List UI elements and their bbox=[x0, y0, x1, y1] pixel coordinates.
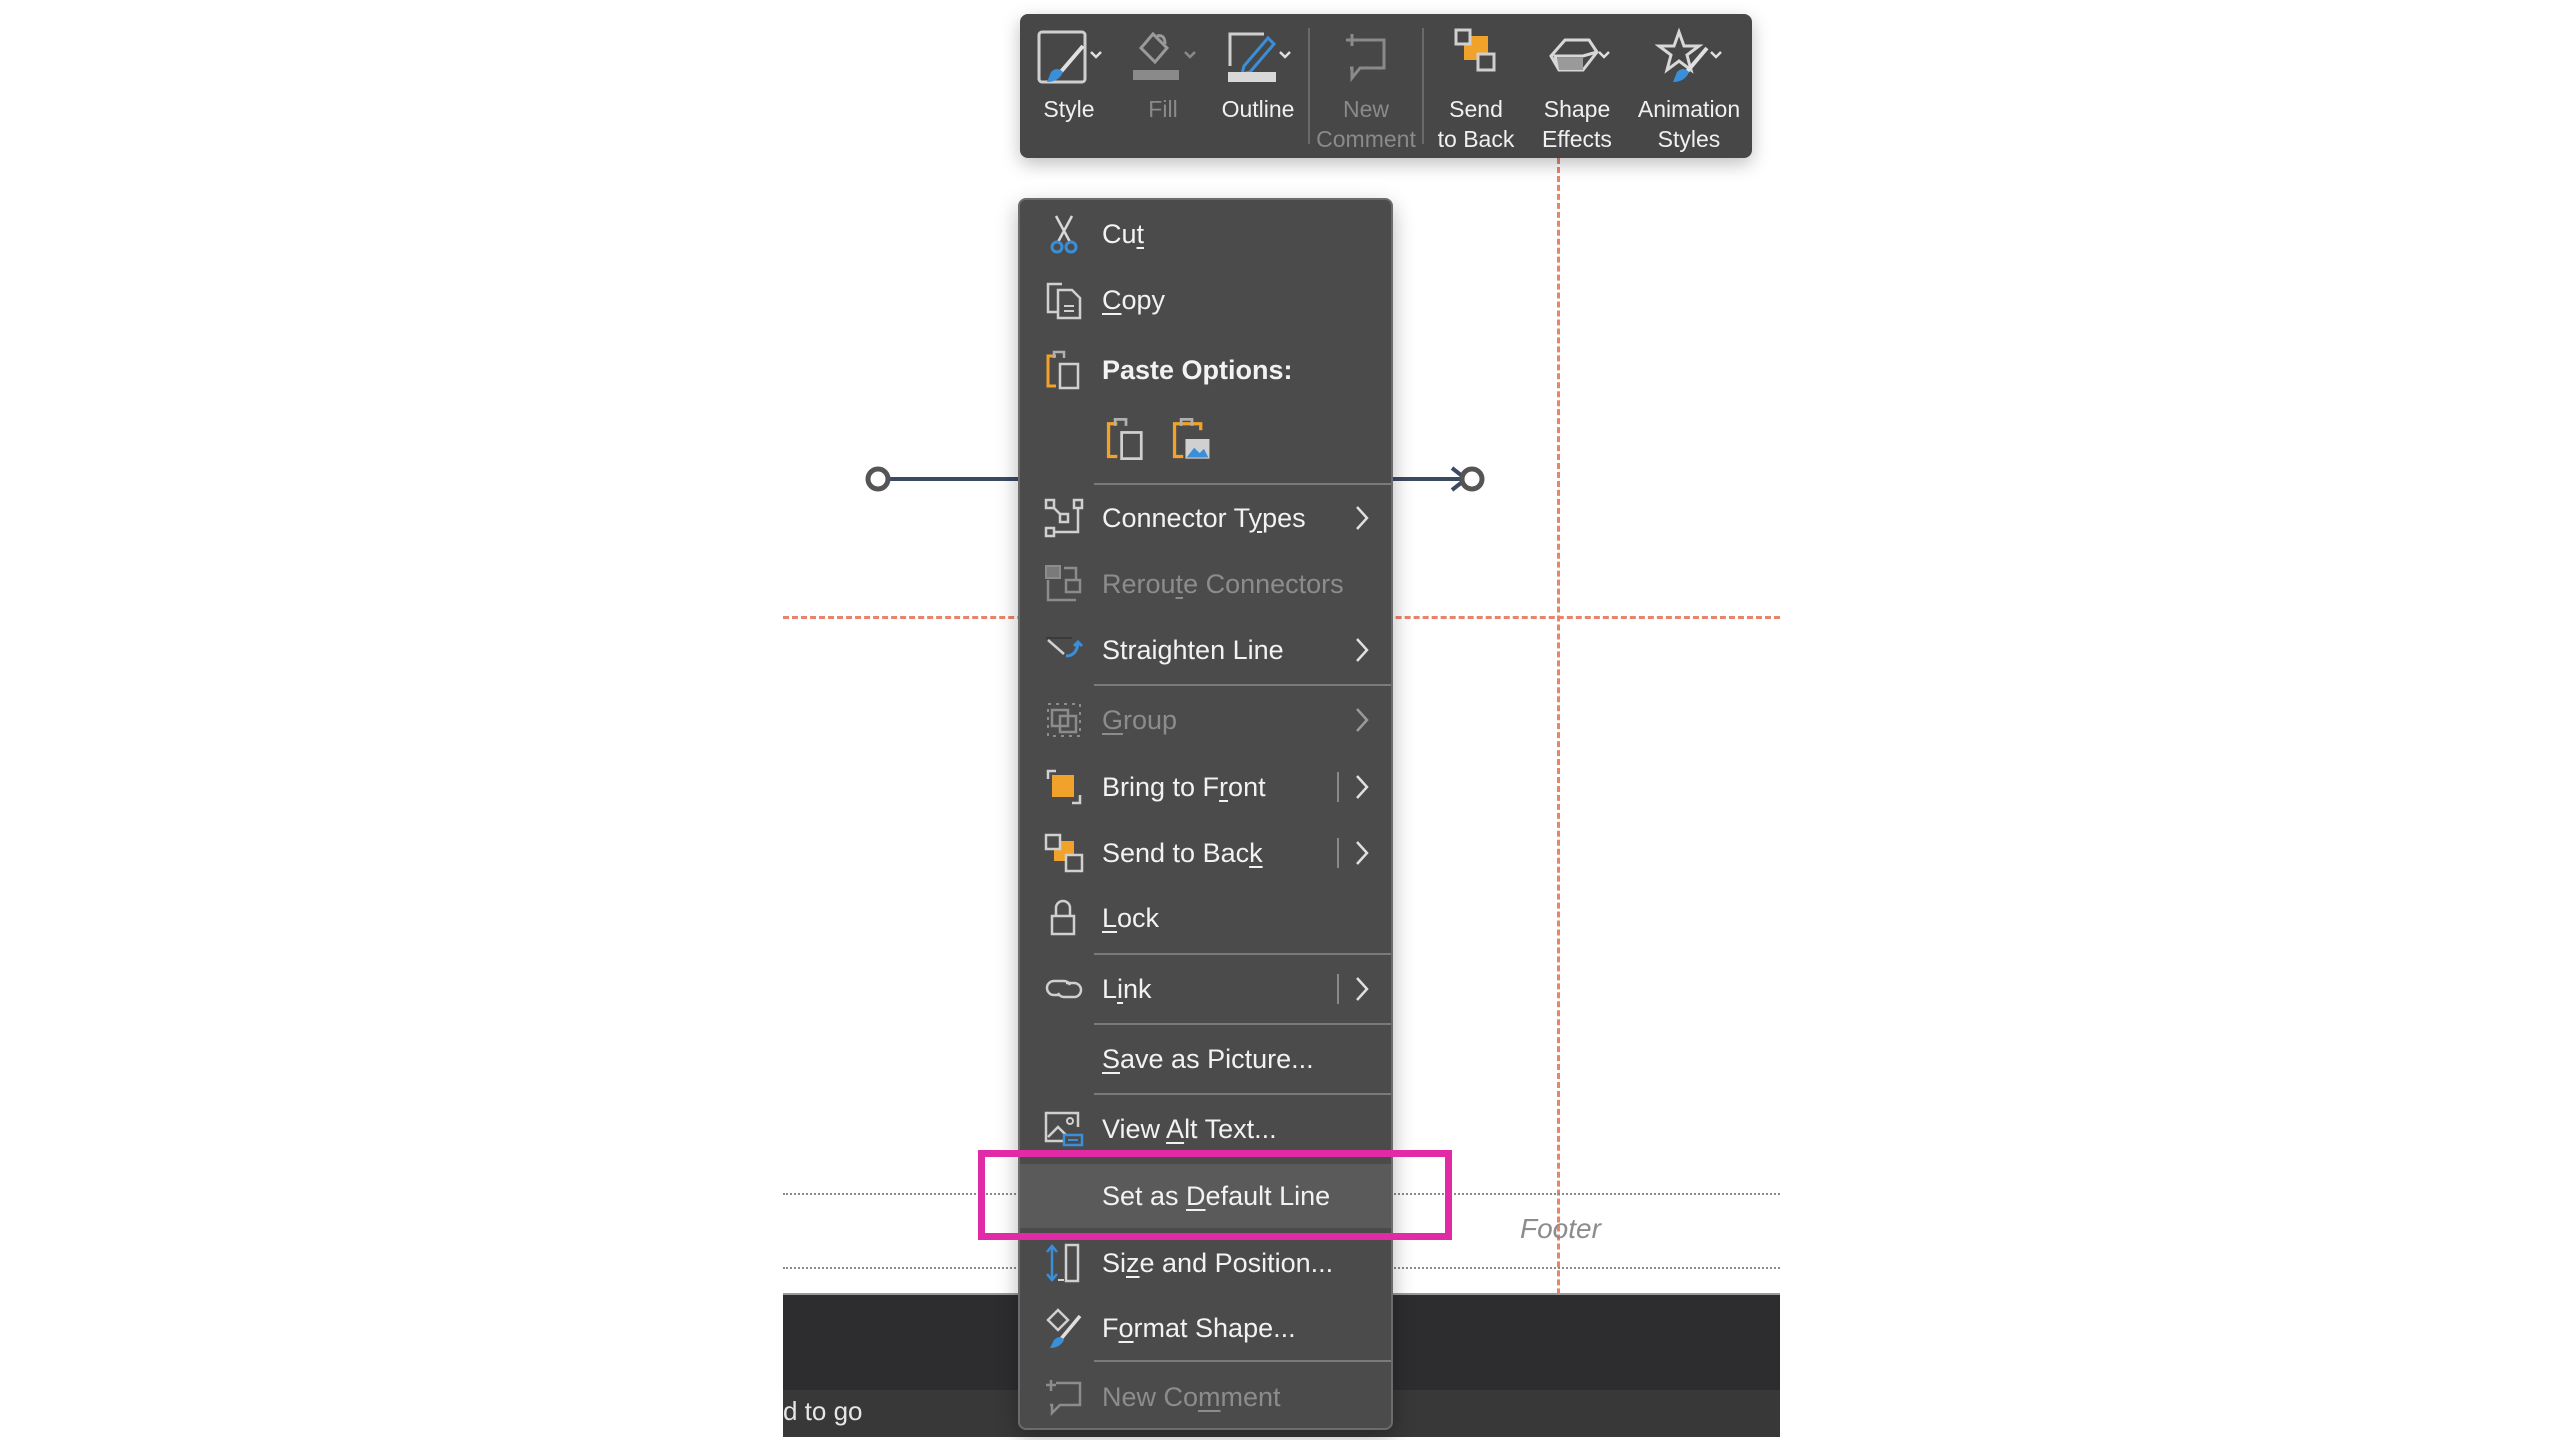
menu-item-label: Link bbox=[1102, 973, 1152, 1004]
chevron-right-icon[interactable] bbox=[1351, 972, 1373, 1006]
menu-item-reroute-connectors: Reroute Connectors bbox=[1020, 553, 1391, 615]
style-brush-icon bbox=[1037, 30, 1102, 84]
new-comment-icon bbox=[1046, 1380, 1082, 1417]
reroute-connectors-icon bbox=[1045, 565, 1082, 602]
menu-separator bbox=[1094, 684, 1391, 686]
menu-item-label: Group bbox=[1102, 704, 1178, 735]
menu-item-label: Connector Types bbox=[1102, 502, 1306, 533]
split-divider bbox=[1337, 974, 1339, 1004]
style-button[interactable]: Style bbox=[1020, 14, 1118, 158]
paste-options-row bbox=[1102, 414, 1216, 466]
style-label: Style bbox=[1043, 96, 1095, 122]
menu-item-label: Bring to Front bbox=[1102, 771, 1266, 802]
split-divider bbox=[1337, 772, 1339, 802]
menu-item-new-comment: New Comment bbox=[1020, 1366, 1391, 1428]
menu-item-connector-types[interactable]: Connector Types bbox=[1020, 487, 1391, 549]
scissors-icon bbox=[1050, 215, 1078, 254]
fill-button[interactable]: Fill bbox=[1118, 14, 1208, 158]
menu-item-format-shape[interactable]: Format Shape... bbox=[1020, 1297, 1391, 1359]
menu-item-set-as-default-line[interactable]: Set as Default Line bbox=[1020, 1164, 1391, 1228]
menu-item-label: Lock bbox=[1102, 902, 1160, 933]
menu-item-view-alt-text[interactable]: View Alt Text... bbox=[1020, 1098, 1391, 1160]
chevron-right-icon bbox=[1356, 638, 1369, 662]
menu-item-bring-to-front[interactable]: Bring to Front bbox=[1020, 756, 1391, 818]
menu-item-label: Set as Default Line bbox=[1102, 1180, 1331, 1211]
paste-use-destination-theme-icon[interactable] bbox=[1102, 414, 1150, 464]
copy-icon bbox=[1046, 282, 1082, 320]
animation-styles-label: Animation Styles bbox=[1637, 96, 1741, 152]
menu-item-label: Send to Back bbox=[1102, 837, 1263, 868]
alt-text-icon bbox=[1044, 1111, 1084, 1147]
outline-button[interactable]: Outline bbox=[1208, 14, 1308, 158]
context-menu: Cut Copy Paste Options: Connector Types … bbox=[1018, 198, 1393, 1430]
chevron-right-icon[interactable] bbox=[1351, 770, 1373, 804]
menu-item-label: Reroute Connectors bbox=[1102, 568, 1344, 599]
size-position-icon bbox=[1046, 1243, 1080, 1283]
animation-styles-button[interactable]: Animation Styles bbox=[1626, 14, 1752, 158]
mini-toolbar: Style Fill Outline New Comment Send to B… bbox=[1020, 14, 1752, 158]
menu-separator bbox=[1094, 1093, 1391, 1095]
menu-item-label: Format Shape... bbox=[1102, 1312, 1296, 1343]
menu-separator bbox=[1094, 483, 1391, 485]
menu-item-label: Paste Options: bbox=[1102, 354, 1293, 385]
chevron-right-icon bbox=[1356, 708, 1369, 732]
menu-item-copy[interactable]: Copy bbox=[1020, 269, 1391, 331]
outline-label: Outline bbox=[1221, 96, 1295, 122]
new-comment-icon bbox=[1346, 34, 1386, 83]
vertical-smart-guide bbox=[1557, 158, 1560, 1393]
format-shape-icon bbox=[1046, 1308, 1082, 1348]
connector-types-icon bbox=[1044, 498, 1084, 538]
send-to-back-icon bbox=[1454, 28, 1496, 72]
menu-item-label: View Alt Text... bbox=[1102, 1113, 1277, 1144]
bring-to-front-icon bbox=[1046, 769, 1082, 805]
shape-effects-label: Shape Effects bbox=[1542, 96, 1612, 152]
lock-icon bbox=[1050, 899, 1076, 936]
shape-effects-icon bbox=[1549, 38, 1610, 72]
paste-icon bbox=[1046, 350, 1080, 390]
shape-effects-button[interactable]: Shape Effects bbox=[1528, 14, 1626, 158]
send-to-back-icon bbox=[1044, 833, 1084, 873]
status-text: d to go bbox=[783, 1396, 863, 1426]
menu-item-label: Size and Position... bbox=[1102, 1247, 1334, 1278]
split-divider bbox=[1337, 838, 1339, 868]
menu-item-group: Group bbox=[1020, 689, 1391, 751]
menu-item-send-to-back[interactable]: Send to Back bbox=[1020, 822, 1391, 884]
chevron-right-icon bbox=[1356, 506, 1369, 530]
menu-separator bbox=[1094, 953, 1391, 955]
send-to-back-label: Send to Back bbox=[1437, 96, 1515, 152]
paste-as-picture-icon[interactable] bbox=[1168, 414, 1216, 464]
outline-pen-icon bbox=[1228, 32, 1291, 82]
fill-label: Fill bbox=[1148, 96, 1178, 122]
chevron-right-icon[interactable] bbox=[1351, 836, 1373, 870]
menu-item-lock[interactable]: Lock bbox=[1020, 887, 1391, 949]
menu-separator bbox=[1094, 1023, 1391, 1025]
menu-item-label: Cut bbox=[1102, 218, 1145, 249]
menu-item-label: New Comment bbox=[1102, 1381, 1281, 1412]
menu-separator bbox=[1094, 1360, 1391, 1362]
link-icon bbox=[1045, 979, 1083, 999]
fill-bucket-icon bbox=[1133, 31, 1196, 80]
menu-item-straighten-line[interactable]: Straighten Line bbox=[1020, 619, 1391, 681]
menu-item-label: Straighten Line bbox=[1102, 634, 1284, 665]
animation-styles-icon bbox=[1654, 27, 1722, 82]
send-to-back-button[interactable]: Send to Back bbox=[1424, 14, 1528, 158]
new-comment-button[interactable]: New Comment bbox=[1310, 14, 1422, 158]
straighten-line-icon bbox=[1046, 637, 1084, 658]
group-icon bbox=[1047, 703, 1081, 737]
menu-item-size-and-position[interactable]: Size and Position... bbox=[1020, 1232, 1391, 1294]
new-comment-label: New Comment bbox=[1316, 96, 1416, 152]
footer-placeholder[interactable]: Footer bbox=[1520, 1213, 1601, 1245]
menu-item-link[interactable]: Link bbox=[1020, 958, 1391, 1020]
menu-item-label: Copy bbox=[1102, 284, 1166, 315]
menu-item-save-as-picture[interactable]: Save as Picture... bbox=[1020, 1028, 1391, 1090]
menu-item-paste-options: Paste Options: bbox=[1020, 339, 1391, 401]
menu-item-cut[interactable]: Cut bbox=[1020, 203, 1391, 265]
menu-item-label: Save as Picture... bbox=[1102, 1043, 1314, 1074]
